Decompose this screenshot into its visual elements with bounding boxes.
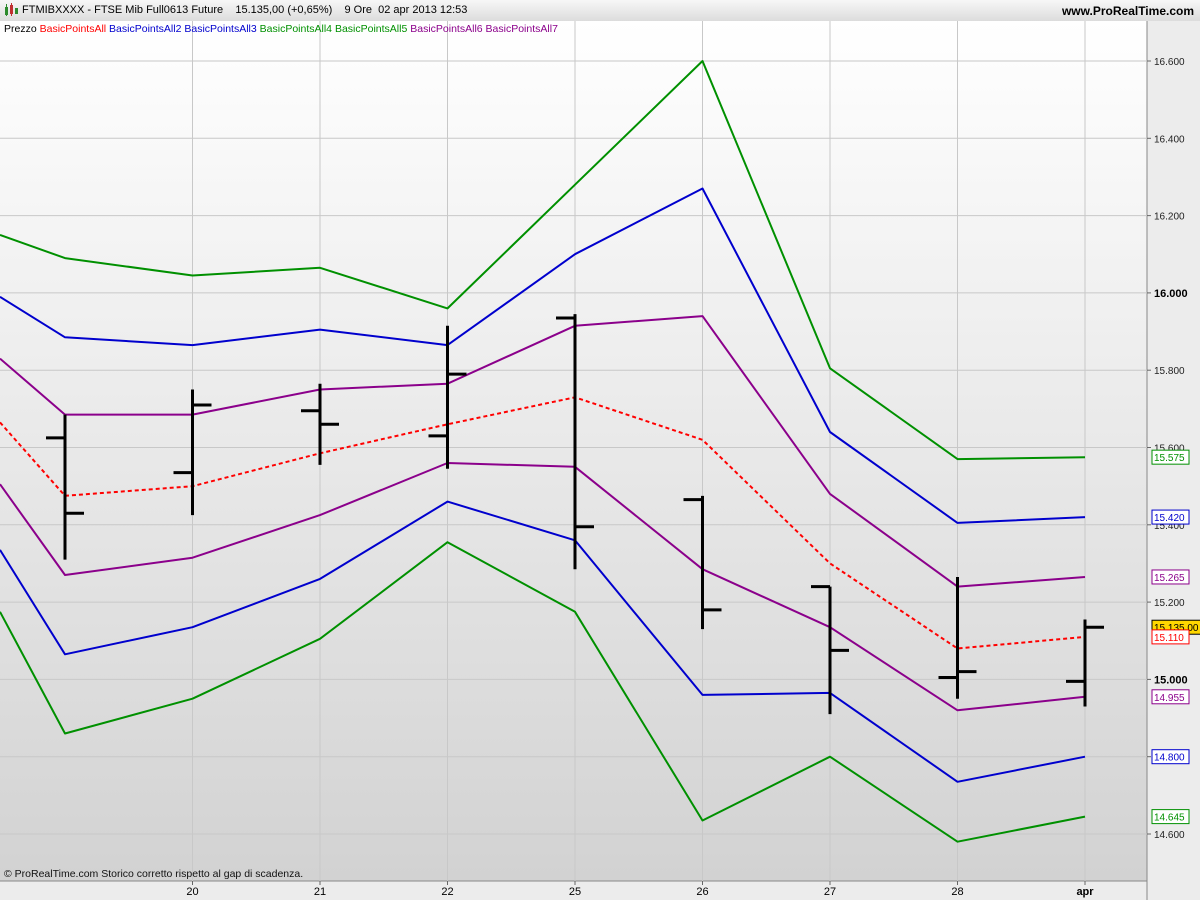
legend-entry: Prezzo: [4, 23, 37, 35]
last-value-tag-label: 14.955: [1154, 693, 1185, 704]
x-tick-label: 28: [951, 886, 963, 898]
y-tick-label: 16.600: [1154, 57, 1185, 68]
last-value-tag: 15.420: [1151, 509, 1190, 525]
x-tick-label: 20: [186, 886, 198, 898]
last-value-tag: 14.645: [1151, 809, 1190, 825]
footer-note: © ProRealTime.com Storico corretto rispe…: [4, 868, 303, 880]
last-value-tag: 15.575: [1151, 449, 1190, 465]
y-tick-label: 16.400: [1154, 134, 1185, 145]
legend-entry: BasicPointsAll6: [407, 23, 482, 35]
last-value-tag: 15.265: [1151, 569, 1190, 585]
x-tick-label: 22: [441, 886, 453, 898]
last-value-tag-label: 14.645: [1154, 813, 1185, 824]
instrument-title: FTMIBXXXX - FTSE Mib Full0613 Future 15.…: [22, 4, 468, 16]
legend-entry: BasicPointsAll: [37, 23, 106, 35]
x-tick-label: 26: [696, 886, 708, 898]
x-tick-label: 25: [569, 886, 581, 898]
last-value-tag-label: 15.265: [1154, 573, 1185, 584]
price-chart[interactable]: 14.60014.80015.00015.20015.40015.60015.8…: [0, 21, 1200, 900]
last-value-tag-label: 15.575: [1154, 453, 1185, 464]
candlestick-app-icon: [5, 3, 18, 16]
y-tick-label: 15.200: [1154, 598, 1185, 609]
title-bar: FTMIBXXXX - FTSE Mib Full0613 Future 15.…: [0, 0, 1200, 22]
y-tick-label: 14.600: [1154, 830, 1185, 841]
legend-entry: BasicPointsAll2: [106, 23, 181, 35]
x-tick-label: 27: [824, 886, 836, 898]
last-value-tag: 15.110: [1151, 629, 1190, 645]
x-tick-label: 21: [314, 886, 326, 898]
legend-entry: BasicPointsAll3: [181, 23, 256, 35]
x-tick-label: apr: [1076, 886, 1094, 898]
y-tick-label: 16.000: [1154, 288, 1188, 300]
last-value-tag: 14.800: [1151, 749, 1190, 765]
y-tick-label: 15.800: [1154, 366, 1185, 377]
last-value-tag-label: 14.800: [1154, 753, 1185, 764]
last-value-tag-label: 15.110: [1154, 633, 1184, 644]
y-tick-label: 16.200: [1154, 212, 1185, 223]
legend-entry: BasicPointsAll7: [483, 23, 558, 35]
y-tick-label: 15.000: [1154, 674, 1188, 686]
last-value-tag-label: 15.420: [1154, 513, 1185, 524]
site-link[interactable]: www.ProRealTime.com: [1062, 4, 1194, 18]
legend-entry: BasicPointsAll5: [332, 23, 407, 35]
legend: Prezzo BasicPointsAll BasicPointsAll2 Ba…: [4, 23, 558, 35]
legend-entry: BasicPointsAll4: [257, 23, 332, 35]
last-value-tag: 14.955: [1151, 689, 1190, 705]
